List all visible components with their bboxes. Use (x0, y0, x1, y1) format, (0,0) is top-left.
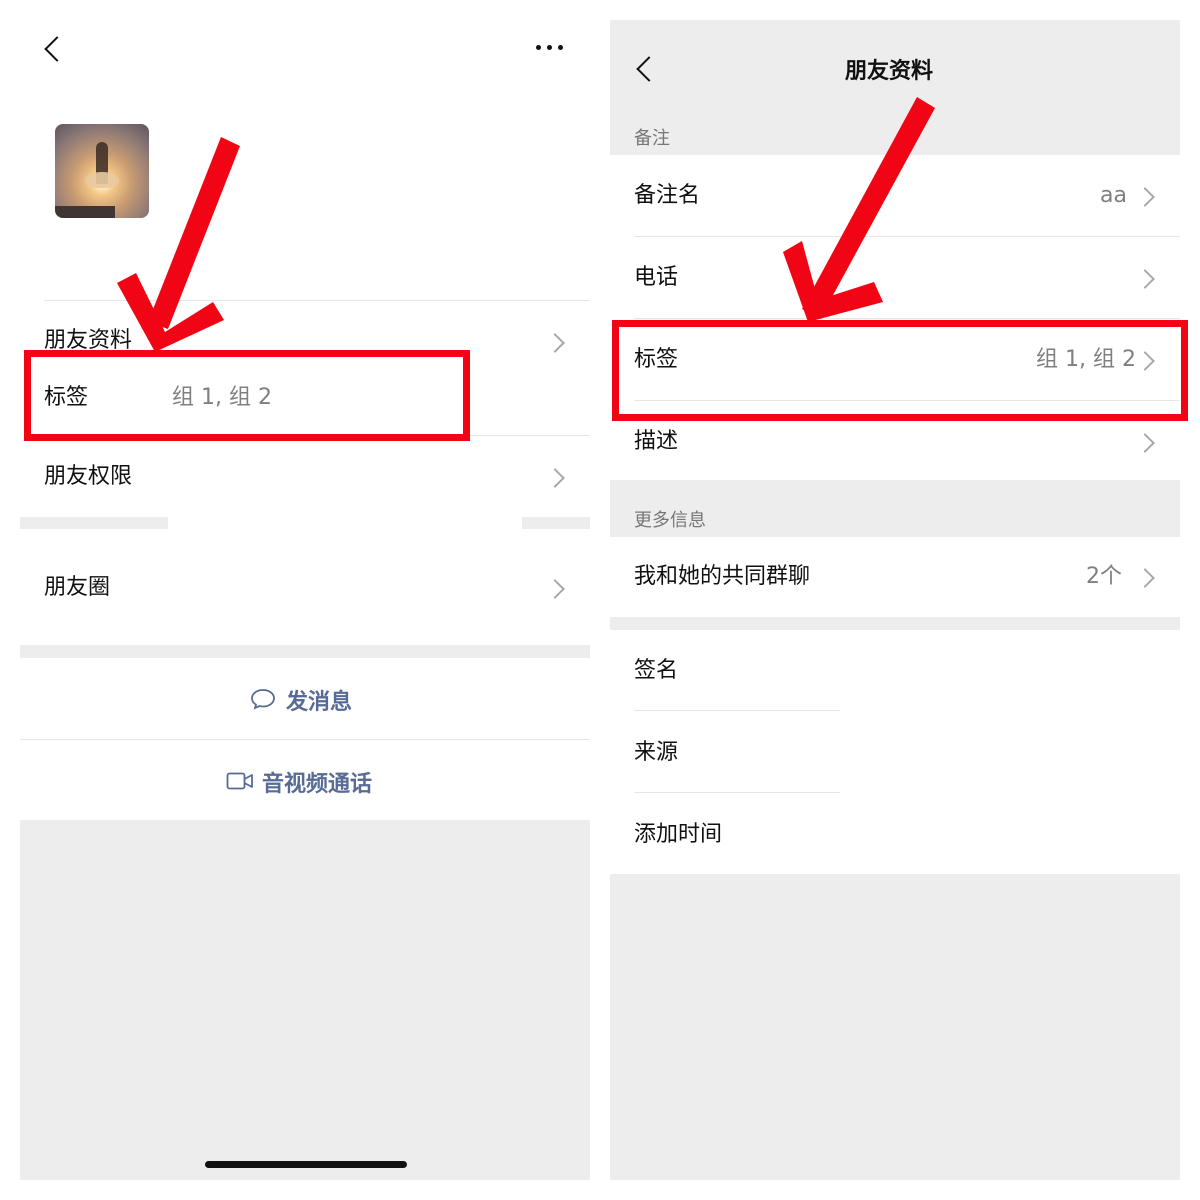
annotation-arrows (117, 97, 935, 352)
red-arrow (148, 137, 240, 329)
